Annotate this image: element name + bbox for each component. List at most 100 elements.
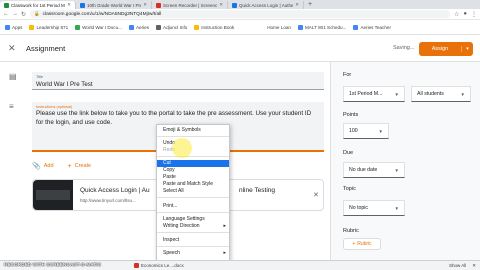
browser-tab[interactable]: Classwork for 1st Period MTT ✕ [0,1,76,9]
apps-icon [5,25,10,30]
close-tab-icon[interactable]: ✕ [295,2,299,8]
browser-tab[interactable]: Quick Access Login | Authenti ✕ [228,1,304,9]
menu-item-select-all[interactable]: Select All [157,188,229,195]
tab-title: Screen Recorder | Screencast [163,2,218,8]
points-label: Points [343,112,359,118]
close-tab-icon[interactable]: ✕ [143,2,147,8]
menu-item-copy[interactable]: Copy [157,167,229,174]
close-tab-icon[interactable]: ✕ [67,2,71,8]
bookmark-icon [29,25,35,30]
classroom-favicon-icon [4,2,9,8]
settings-panel: For 1st Period M... ▼ All students ▼ Point… [330,62,480,260]
attachment-thumbnail [33,180,73,210]
bookmark-apps[interactable]: Apps [5,25,22,30]
bookmark-item[interactable]: Aeries [128,25,149,30]
assign-dropdown-icon[interactable]: ▾ [461,46,473,52]
close-tab-icon[interactable]: ✕ [219,2,223,8]
plus-icon: + [352,241,356,247]
close-icon[interactable]: ✕ [8,43,20,54]
url-text: classroom.google.com/u/1/w/NDA5NDg3NTQ4M… [42,11,162,17]
menu-item-print[interactable]: Print... [157,203,229,210]
context-menu: Emoji & Symbols Undo Redo Cut Copy Paste… [156,124,230,262]
lock-icon: 🔒 [34,11,40,16]
points-select[interactable]: 100 ▼ [343,123,389,139]
title-input[interactable]: World War I Pre Test [36,81,93,88]
paperclip-icon: 📎 [32,163,41,170]
document-icon [134,263,139,268]
tab-title: Classwork for 1st Period MTT [11,2,66,8]
reload-icon[interactable]: ↻ [21,11,26,18]
bookmark-item[interactable]: Leadership 871 [29,25,68,30]
tab-title: Quick Access Login | Authenti [239,2,294,8]
menu-divider [157,197,229,198]
menu-item-cut[interactable]: Cut [157,160,229,167]
chevron-down-icon: ▼ [394,167,399,173]
assign-button[interactable]: Assign ▾ [419,42,473,56]
add-button[interactable]: 📎 Add [32,162,54,170]
attachment-url: http://www.tinyurl.com/tlsu... [80,198,136,203]
chevron-down-icon: ▼ [460,91,465,97]
chevron-down-icon: ▼ [394,205,399,211]
menu-item-writing-direction[interactable]: Writing Direction ▸ [157,223,229,230]
due-select[interactable]: No due date ▼ [343,162,405,178]
cursor-highlight [172,138,192,158]
notes-icon: ≡ [9,102,14,111]
menu-item-paste[interactable]: Paste [157,174,229,181]
plus-icon: + [67,162,72,170]
students-select[interactable]: All students ▼ [411,86,471,102]
bookmark-icon [353,25,359,30]
url-field[interactable]: 🔒 classroom.google.com/u/1/w/NDA5NDg3NTQ… [30,10,450,18]
for-label: For [343,72,352,78]
rubric-label: Rubric [343,228,359,234]
assign-label: Assign [431,46,449,52]
submenu-arrow-icon: ▸ [223,250,226,256]
assignment-icon: ▤ [9,72,17,81]
back-icon[interactable]: ← [3,11,9,17]
menu-item-emoji[interactable]: Emoji & Symbols [157,127,229,134]
recorder-watermark: RECORDED WITH SCREENCAST-O-MATIC [4,262,102,267]
page-favicon-icon [232,2,237,8]
bookmarks-bar: Apps Leadership 871 World War I Docu... … [0,21,480,35]
download-item[interactable]: Economics Le....docx [134,263,184,268]
attachment-actions: 📎 Add + Create [32,162,92,171]
class-select[interactable]: 1st Period M... ▼ [343,86,405,102]
show-all-button[interactable]: Show All [449,263,466,268]
add-rubric-button[interactable]: + Rubric [343,238,381,250]
star-icon[interactable]: ☆ [454,11,459,18]
bookmark-icon [194,25,200,30]
title-field[interactable]: Title World War I Pre Test [32,72,324,90]
bookmark-item[interactable]: Home Loan [267,25,291,30]
bookmark-item[interactable]: Instruction Book [194,25,234,30]
menu-item-speech[interactable]: Speech ▸ [157,250,229,257]
bookmark-icon [128,25,134,30]
new-tab-button[interactable]: + [304,1,316,9]
menu-item-language-settings[interactable]: Language Settings [157,216,229,223]
address-bar-row: ← → ↻ 🔒 classroom.google.com/u/1/w/NDA5N… [0,9,480,20]
bookmark-item[interactable]: Aeries Teacher [353,25,391,30]
menu-item-inspect[interactable]: Inspect [157,237,229,244]
close-downloads-icon[interactable]: ✕ [472,263,476,269]
bookmark-item[interactable]: MALT 801 Schedu... [297,25,346,30]
forward-icon[interactable]: → [12,11,18,17]
due-label: Due [343,150,354,156]
menu-item-undo[interactable]: Undo [157,140,229,147]
create-button[interactable]: + Create [68,162,92,170]
menu-icon[interactable]: ⋮ [471,11,477,18]
bookmark-item[interactable]: Adjunct Info [156,25,187,30]
menu-divider [157,156,229,157]
attachment-title-tail: nline Testing [239,187,276,194]
tab-title: 10th Grade World War I Pre-Te [87,2,141,8]
browser-tab-strip: Classwork for 1st Period MTT ✕ 10th Grad… [0,0,480,9]
profile-icon[interactable]: ● [463,11,467,17]
browser-tab[interactable]: Screen Recorder | Screencast ✕ [152,1,228,9]
topic-select[interactable]: No topic ▼ [343,200,405,216]
docs-favicon-icon [80,2,85,8]
remove-attachment-icon[interactable]: ✕ [313,191,319,199]
assignment-header: ✕ Assignment Saving... Assign ▾ [0,36,480,62]
menu-item-paste-match-style[interactable]: Paste and Match Style [157,181,229,188]
browser-tab[interactable]: 10th Grade World War I Pre-Te ✕ [76,1,152,9]
menu-divider [157,212,229,213]
bookmark-item[interactable]: World War I Docu... [75,25,122,30]
bookmark-icon [297,25,303,30]
attachment-title[interactable]: Quick Access Login | Au [80,187,150,194]
